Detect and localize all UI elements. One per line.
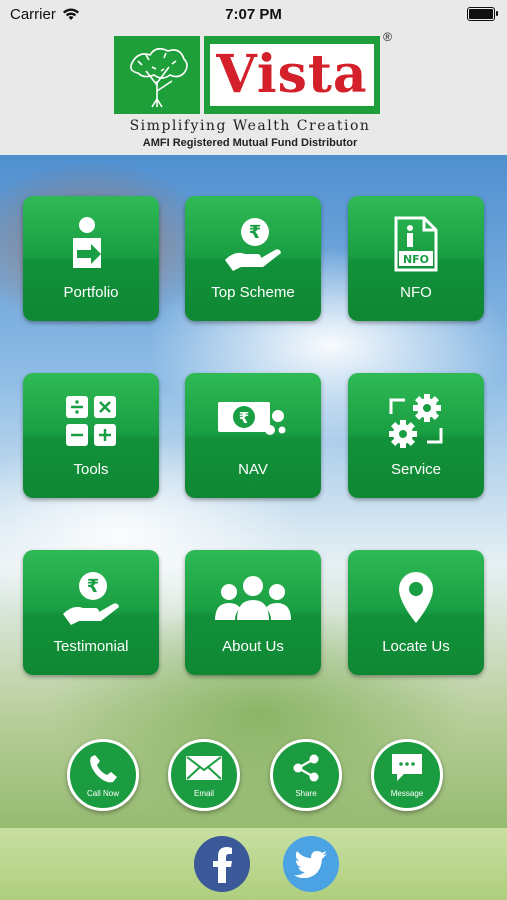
tile-nav[interactable]: ₹ NAV [185, 373, 321, 498]
envelope-icon [171, 752, 237, 784]
tile-label: NAV [238, 461, 268, 478]
svg-text:₹: ₹ [249, 222, 262, 243]
social-footer [0, 828, 507, 900]
person-arrow-icon [23, 214, 159, 274]
calculator-icon [23, 391, 159, 451]
action-label: Call Now [86, 789, 119, 798]
phone-icon [70, 752, 136, 784]
location-pin-icon [348, 568, 484, 628]
action-label: Message [390, 789, 424, 798]
message-button[interactable]: Message [371, 739, 443, 811]
share-button[interactable]: Share [270, 739, 342, 811]
tagline: Simplifying Wealth Creation [129, 118, 371, 134]
group-icon [185, 568, 321, 628]
rupee-hand-icon: ₹ [185, 214, 321, 274]
facebook-icon[interactable] [194, 836, 250, 892]
gears-icon [348, 391, 484, 451]
tile-locate-us[interactable]: Locate Us [348, 550, 484, 675]
tile-about-us[interactable]: About Us [185, 550, 321, 675]
svg-text:₹: ₹ [239, 409, 249, 427]
tile-label: Locate Us [382, 638, 450, 655]
battery-icon [467, 7, 498, 21]
share-icon [273, 752, 339, 784]
tile-portfolio[interactable]: Portfolio [23, 196, 159, 321]
email-button[interactable]: Email [168, 739, 240, 811]
tile-tools[interactable]: Tools [23, 373, 159, 498]
tile-label: Tools [73, 461, 109, 478]
tree-icon [114, 36, 200, 114]
tile-label: Service [390, 461, 442, 478]
status-bar: Carrier 7:07 PM [0, 0, 507, 28]
call-now-button[interactable]: Call Now [67, 739, 139, 811]
tile-label: About Us [222, 638, 284, 655]
nfo-document-icon: NFO [348, 214, 484, 274]
brand-name: Vista [210, 44, 374, 106]
tile-label: Testimonial [53, 638, 129, 655]
tile-nfo[interactable]: NFO NFO [348, 196, 484, 321]
tile-testimonial[interactable]: ₹ Testimonial [23, 550, 159, 675]
rupee-hand-icon: ₹ [23, 568, 159, 628]
twitter-icon[interactable] [283, 836, 339, 892]
rupee-note-icon: ₹ [185, 391, 321, 451]
tile-service[interactable]: Service [348, 373, 484, 498]
tile-top-scheme[interactable]: ₹ Top Scheme [185, 196, 321, 321]
tile-label: Top Scheme [211, 284, 295, 301]
registered-mark: ® [383, 30, 392, 44]
action-label: Email [193, 789, 214, 798]
svg-text:NFO: NFO [403, 253, 429, 266]
action-label: Share [295, 789, 317, 798]
chat-bubble-icon [374, 752, 440, 784]
brand-logo: Vista ® Simplifying Wealth Creation AMFI… [114, 30, 392, 156]
app-header: Vista ® Simplifying Wealth Creation AMFI… [0, 28, 507, 155]
svg-text:₹: ₹ [87, 576, 100, 597]
tile-label: NFO [400, 284, 432, 301]
tile-label: Portfolio [63, 284, 119, 301]
amfi-subtitle: AMFI Registered Mutual Fund Distributor [142, 137, 358, 149]
clock: 7:07 PM [225, 5, 282, 23]
